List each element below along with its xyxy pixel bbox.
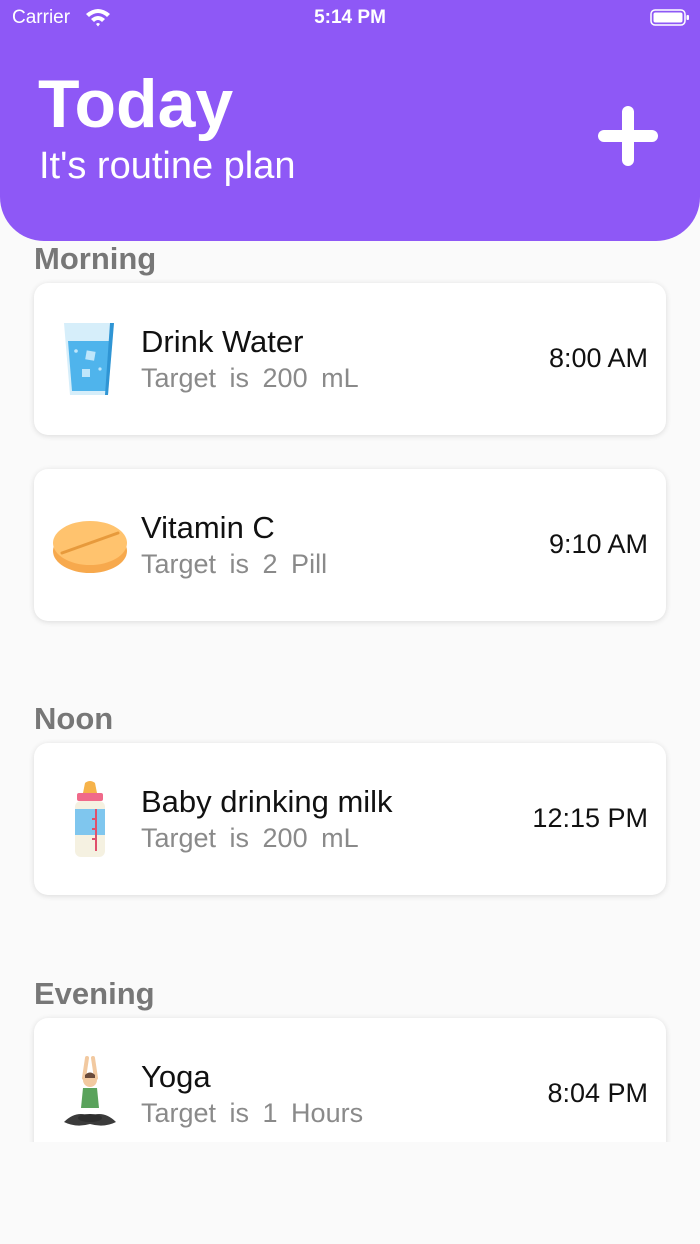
header: Carrier 5:14 PM Today It's routine plan xyxy=(0,0,700,241)
task-name: Yoga xyxy=(141,1059,211,1094)
task-card-yoga[interactable]: Yoga Target is 1 Hours 8:04 PM xyxy=(34,1018,666,1142)
task-target: Target is 1 Hours xyxy=(141,1098,364,1128)
section-title-evening: Evening xyxy=(34,976,155,1011)
task-card-baby-milk[interactable]: Baby drinking milk Target is 200 mL 12:1… xyxy=(34,743,666,895)
battery-icon xyxy=(650,9,689,26)
task-time: 12:15 PM xyxy=(532,803,648,833)
task-time: 8:00 AM xyxy=(548,343,648,373)
task-time: 8:04 PM xyxy=(547,1078,648,1108)
section-title-noon: Noon xyxy=(34,701,114,736)
task-target: Target is 200 mL xyxy=(141,823,359,853)
page-subtitle: It's routine plan xyxy=(39,145,296,187)
task-name: Vitamin C xyxy=(141,510,275,545)
page-title: Today xyxy=(38,66,234,142)
yoga-icon xyxy=(64,1056,116,1126)
task-target: Target is 200 mL xyxy=(141,363,359,393)
task-target: Target is 2 Pill xyxy=(141,549,328,579)
add-routine-button[interactable] xyxy=(592,100,664,172)
task-name: Baby drinking milk xyxy=(141,784,393,819)
plus-icon xyxy=(598,106,658,166)
status-time: 5:14 PM xyxy=(314,7,386,28)
pill-icon xyxy=(53,521,127,573)
task-card-vitamin-c[interactable]: Vitamin C Target is 2 Pill 9:10 AM xyxy=(34,469,666,621)
bottom-area xyxy=(0,1142,700,1244)
task-card-drink-water[interactable]: Drink Water Target is 200 mL 8:00 AM xyxy=(34,283,666,435)
water-glass-icon xyxy=(64,323,114,395)
section-title-morning: Morning xyxy=(34,241,157,276)
task-name: Drink Water xyxy=(141,324,304,359)
routine-list[interactable]: Morning Drink Water Target is 200 mL 8:0… xyxy=(0,241,700,1142)
status-bar: Carrier 5:14 PM xyxy=(0,0,700,36)
task-time: 9:10 AM xyxy=(548,529,648,559)
baby-bottle-icon xyxy=(75,781,105,857)
